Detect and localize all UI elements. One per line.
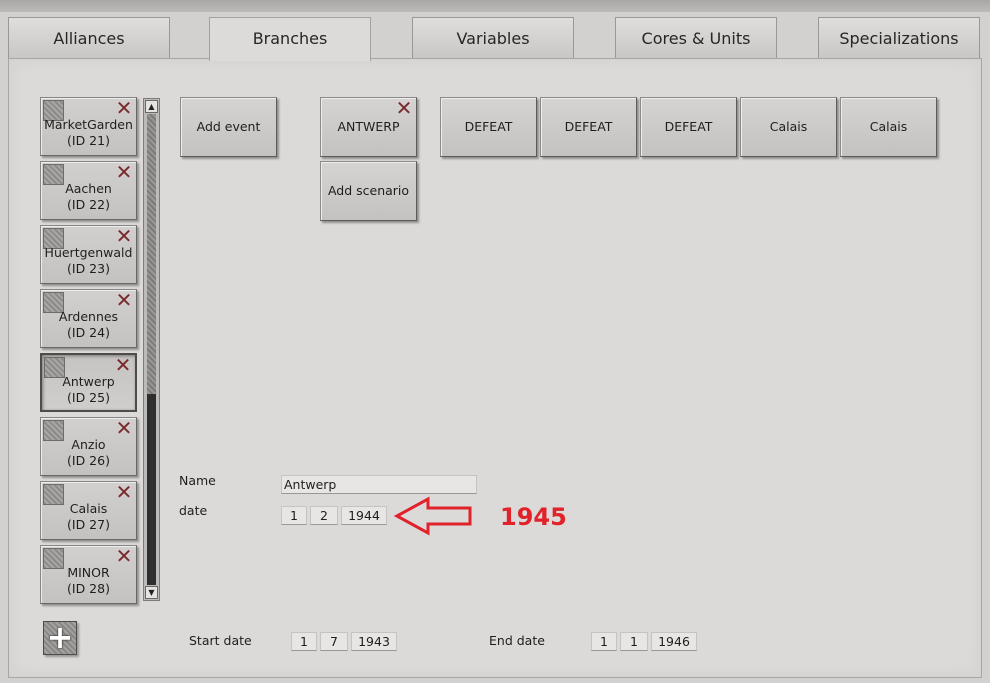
end-year-field[interactable]: 1946 xyxy=(651,632,697,651)
start-month-field[interactable]: 7 xyxy=(320,632,348,651)
arrow-up-icon[interactable]: ▲ xyxy=(145,100,158,113)
top-metal-strip xyxy=(0,0,990,12)
delete-icon[interactable]: ✕ xyxy=(115,98,133,118)
add-scenario-plus-button[interactable]: + xyxy=(43,621,77,655)
tab-alliances[interactable]: Alliances xyxy=(8,17,170,58)
editor-window: Alliances Branches Variables Cores & Uni… xyxy=(0,0,990,683)
end-day-field[interactable]: 1 xyxy=(591,632,617,651)
tab-cores-units[interactable]: Cores & Units xyxy=(615,17,777,58)
scenario-name: MarketGarden xyxy=(44,117,133,132)
scenario-scrollbar[interactable]: ▲ ▼ xyxy=(143,98,160,601)
scenario-id: (ID 21) xyxy=(67,133,110,148)
scenario-id: (ID 27) xyxy=(67,517,110,532)
tab-specializations[interactable]: Specializations xyxy=(818,17,980,58)
delete-icon[interactable]: ✕ xyxy=(115,418,133,438)
add-event-button[interactable]: Add event xyxy=(180,97,277,157)
date-year-field[interactable]: 1944 xyxy=(341,506,387,525)
end-date-label: End date xyxy=(489,633,545,648)
scenario-item[interactable]: ✕ Aachen (ID 22) xyxy=(40,161,137,220)
delete-icon[interactable]: ✕ xyxy=(115,290,133,310)
current-scenario-button[interactable]: ANTWERP ✕ xyxy=(320,97,417,157)
scenario-item[interactable]: ✕ MarketGarden (ID 21) xyxy=(40,97,137,156)
arrow-down-icon[interactable]: ▼ xyxy=(145,586,158,599)
delete-icon[interactable]: ✕ xyxy=(115,546,133,566)
start-date-label: Start date xyxy=(189,633,252,648)
delete-icon[interactable]: ✕ xyxy=(114,355,132,375)
start-year-field[interactable]: 1943 xyxy=(351,632,397,651)
date-label: date xyxy=(179,503,208,518)
tab-branches[interactable]: Branches xyxy=(209,17,371,61)
delete-icon[interactable]: ✕ xyxy=(115,482,133,502)
branch-button[interactable]: Calais xyxy=(840,97,937,157)
end-month-field[interactable]: 1 xyxy=(620,632,648,651)
scenario-id: (ID 28) xyxy=(67,581,110,596)
scenario-item[interactable]: ✕ Anzio (ID 26) xyxy=(40,417,137,476)
delete-icon[interactable]: ✕ xyxy=(115,226,133,246)
current-scenario-label: ANTWERP xyxy=(337,119,400,134)
scenario-name: Huertgenwald xyxy=(44,245,133,260)
scenario-id: (ID 22) xyxy=(67,197,110,212)
scenario-item[interactable]: ✕ Huertgenwald (ID 23) xyxy=(40,225,137,284)
scrollbar-thumb[interactable] xyxy=(147,394,156,585)
plus-icon: + xyxy=(46,618,74,656)
branch-button[interactable]: DEFEAT xyxy=(640,97,737,157)
scenario-item[interactable]: ✕ Ardennes (ID 24) xyxy=(40,289,137,348)
tab-variables[interactable]: Variables xyxy=(412,17,574,58)
scenario-name: Aachen xyxy=(65,181,112,196)
scenario-item[interactable]: ✕ Calais (ID 27) xyxy=(40,481,137,540)
add-scenario-button[interactable]: Add scenario xyxy=(320,161,417,221)
branch-button[interactable]: DEFEAT xyxy=(540,97,637,157)
date-month-field[interactable]: 2 xyxy=(310,506,338,525)
scenario-id: (ID 25) xyxy=(67,390,110,405)
scenario-name-field[interactable]: Antwerp xyxy=(281,475,477,494)
annotation-text: 1945 xyxy=(500,503,567,531)
scenario-id: (ID 23) xyxy=(67,261,110,276)
annotation-arrow-icon xyxy=(394,496,472,536)
scenario-name: Ardennes xyxy=(58,309,119,324)
scenario-name: Anzio xyxy=(71,437,106,452)
scenario-name: MINOR xyxy=(67,565,110,580)
scenario-name: Antwerp xyxy=(62,374,115,389)
scenario-item[interactable]: ✕ MINOR (ID 28) xyxy=(40,545,137,604)
date-day-field[interactable]: 1 xyxy=(281,506,307,525)
branch-button[interactable]: Calais xyxy=(740,97,837,157)
delete-icon[interactable]: ✕ xyxy=(115,162,133,182)
branch-button[interactable]: DEFEAT xyxy=(440,97,537,157)
scenario-id: (ID 26) xyxy=(67,453,110,468)
delete-icon[interactable]: ✕ xyxy=(395,98,413,118)
name-label: Name xyxy=(179,473,216,488)
scenario-id: (ID 24) xyxy=(67,325,110,340)
start-day-field[interactable]: 1 xyxy=(291,632,317,651)
scenario-item-selected[interactable]: ✕ Antwerp (ID 25) xyxy=(40,353,137,412)
scenario-name: Calais xyxy=(69,501,108,516)
